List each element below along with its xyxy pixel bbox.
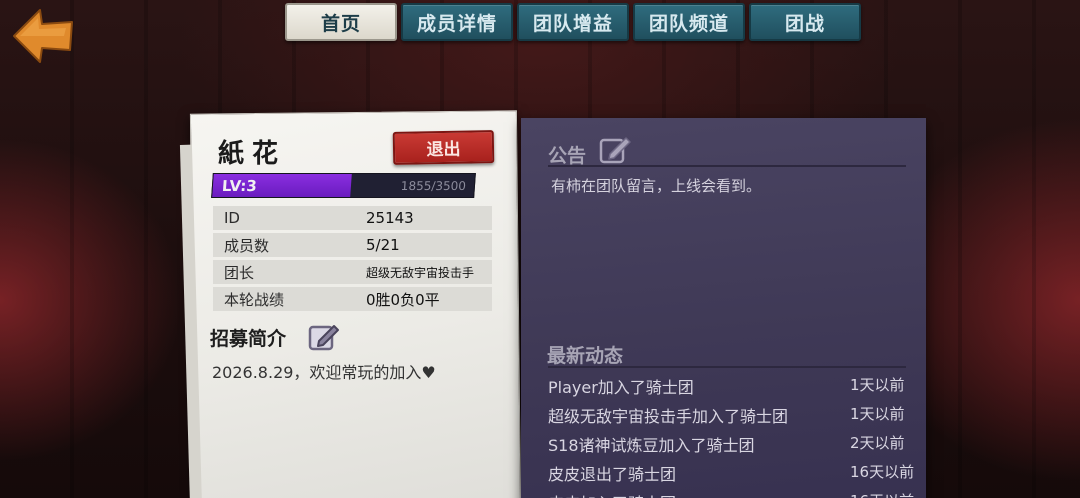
info-value: 25143 bbox=[366, 209, 414, 227]
team-info-table: ID 25143 成员数 5/21 团长 超级无敌宇宙投击手 本轮战绩 0胜0负… bbox=[213, 206, 492, 314]
list-item: 皮皮退出了骑士团 16天以前 bbox=[548, 459, 918, 488]
notice-text: 有柿在团队留言，上线会看到。 bbox=[551, 177, 762, 195]
news-divider bbox=[548, 366, 906, 368]
news-message: S18诸神试炼豆加入了骑士团 bbox=[548, 436, 755, 455]
info-label: 团长 bbox=[224, 263, 255, 282]
back-arrow-icon bbox=[13, 9, 73, 63]
edit-notice-button[interactable] bbox=[598, 134, 634, 166]
quit-button[interactable]: 退出 bbox=[392, 130, 495, 165]
news-message: 超级无敌宇宙投击手加入了骑士团 bbox=[548, 407, 789, 426]
info-value: 5/21 bbox=[366, 236, 400, 254]
info-value: 超级无敌宇宙投击手 bbox=[366, 265, 475, 280]
info-row-members: 成员数 5/21 bbox=[213, 233, 492, 257]
edit-icon bbox=[308, 325, 339, 351]
news-time: 1天以前 bbox=[850, 376, 905, 394]
level-label: LV:3 bbox=[221, 177, 258, 195]
tab-bar: 首页 成员详情 团队增益 团队频道 团战 bbox=[285, 3, 861, 43]
tab-member-details[interactable]: 成员详情 bbox=[401, 3, 513, 41]
level-bar: LV:3 1855/3500 bbox=[211, 173, 476, 198]
notice-divider bbox=[548, 165, 906, 167]
news-message: 皮皮退出了骑士团 bbox=[548, 465, 677, 484]
info-value: 0胜0负0平 bbox=[366, 290, 440, 309]
back-button[interactable] bbox=[10, 6, 76, 66]
news-time: 2天以前 bbox=[850, 434, 905, 452]
info-row-id: ID 25143 bbox=[213, 206, 492, 230]
tab-home[interactable]: 首页 bbox=[285, 3, 397, 41]
exp-text: 1855/3500 bbox=[400, 179, 467, 193]
news-message: 皮皮加入了骑士团 bbox=[548, 490, 676, 498]
notice-title: 公告 bbox=[548, 145, 587, 167]
info-row-leader: 团长 超级无敌宇宙投击手 bbox=[213, 260, 492, 284]
news-time: 16天以前 bbox=[850, 463, 915, 481]
edit-icon bbox=[599, 137, 631, 164]
info-label: 本轮战绩 bbox=[224, 290, 285, 309]
news-time: 1天以前 bbox=[850, 405, 905, 423]
list-item: S18诸神试炼豆加入了骑士团 2天以前 bbox=[548, 430, 918, 459]
info-row-record: 本轮战绩 0胜0负0平 bbox=[213, 287, 492, 311]
team-name: 紙花 bbox=[218, 139, 287, 169]
news-time: 16天以前 bbox=[850, 490, 914, 498]
news-list: Player加入了骑士团 1天以前 超级无敌宇宙投击手加入了骑士团 1天以前 S… bbox=[548, 372, 918, 498]
recruit-title: 招募简介 bbox=[210, 328, 287, 350]
recruit-text: 2026.8.29，欢迎常玩的加入♥ bbox=[212, 363, 436, 382]
tab-team-buff[interactable]: 团队增益 bbox=[517, 3, 629, 41]
tab-team-channel[interactable]: 团队频道 bbox=[633, 3, 745, 41]
list-item: 超级无敌宇宙投击手加入了骑士团 1天以前 bbox=[548, 401, 918, 430]
tab-team-battle[interactable]: 团战 bbox=[749, 3, 861, 41]
news-message: Player加入了骑士团 bbox=[548, 378, 694, 397]
news-title: 最新动态 bbox=[547, 345, 624, 367]
list-item: 皮皮加入了骑士团 16天以前 bbox=[548, 488, 918, 498]
edit-recruit-button[interactable] bbox=[307, 321, 341, 353]
info-label: 成员数 bbox=[224, 236, 270, 255]
list-item: Player加入了骑士团 1天以前 bbox=[548, 372, 918, 401]
info-label: ID bbox=[224, 209, 240, 227]
